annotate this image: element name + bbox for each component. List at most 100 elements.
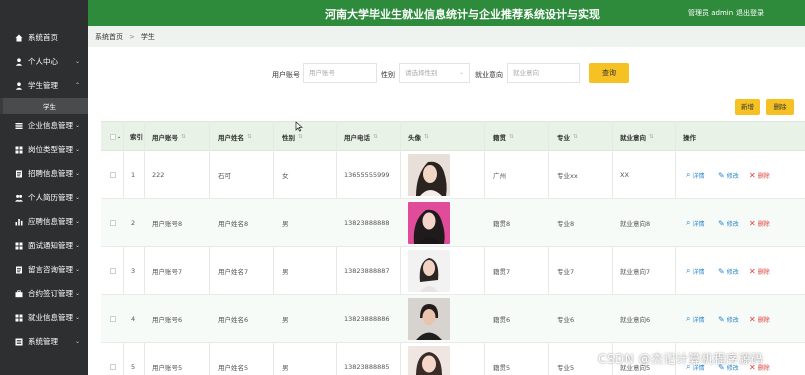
column-header-avatar[interactable]: 头像 ⇅ [408, 122, 429, 152]
edit-button[interactable]: ✎ 修改 [718, 295, 739, 343]
edit-button[interactable]: ✎ 修改 [718, 199, 739, 247]
row-checkbox[interactable] [110, 316, 116, 322]
delete-row-button[interactable]: ✕ 删除 [749, 247, 770, 295]
sidebar-subitem-student[interactable]: 学生 [0, 98, 88, 114]
sidebar-item-job-type[interactable]: 岗位类型管理 ⌄ [0, 138, 88, 162]
sidebar-item-system[interactable]: 系统管理 ⌄ [0, 330, 88, 354]
account-input[interactable]: 用户账号 [303, 63, 377, 83]
cell-gender: 男 [282, 220, 289, 228]
content-panel: 新增 删除 ⌄ 索引 用户账号 ⇅ 用户姓名 ⇅ 性别 ⇅ 用户电话 ⇅ 头像 ⇅ 籍贯 ⇅… [101, 94, 805, 375]
view-button[interactable]: ⌕ 详情 [686, 151, 705, 199]
close-icon: ✕ [749, 314, 756, 324]
sidebar-item-interview[interactable]: 面试通知管理 ⌄ [0, 234, 88, 258]
cell-index: 3 [131, 267, 136, 275]
view-button[interactable]: ⌕ 详情 [686, 295, 705, 343]
view-label: 详情 [692, 172, 705, 180]
cell-name: 用户姓名8 [218, 220, 249, 228]
sidebar-item-application[interactable]: 应聘信息管理 ⌄ [0, 210, 88, 234]
edit-button[interactable]: ✎ 修改 [718, 247, 739, 295]
cell-hometown: 籍贯5 [493, 364, 511, 372]
cell-account: 用户账号5 [152, 364, 183, 372]
view-button[interactable]: ⌕ 详情 [686, 199, 705, 247]
sort-icon: ⇅ [509, 134, 514, 140]
list-icon [14, 122, 23, 131]
edit-button[interactable]: ✎ 修改 [718, 151, 739, 199]
column-header-name[interactable]: 用户姓名 ⇅ [218, 122, 252, 152]
search-icon: ⌕ [686, 170, 691, 179]
cell-phone: 13823888886 [344, 315, 390, 323]
sort-icon: ⇅ [424, 134, 429, 140]
sort-icon: ⇅ [181, 134, 186, 140]
intent-label: 就业意向 [475, 71, 503, 79]
pencil-icon: ✎ [718, 266, 725, 276]
intent-input[interactable]: 就业意向 [507, 63, 580, 83]
table-header: ⌄ 索引 用户账号 ⇅ 用户姓名 ⇅ 性别 ⇅ 用户电话 ⇅ 头像 ⇅ 籍贯 ⇅ 专业 ⇅ 就… [101, 121, 805, 151]
sidebar-item-personal[interactable]: 个人中心 ⌄ [0, 50, 88, 74]
gender-select[interactable]: 请选择性别 ⌄ [399, 63, 470, 83]
sidebar-item-recruit[interactable]: 招聘信息管理 ⌄ [0, 162, 88, 186]
sidebar-item-label: 合约签订管理 [28, 289, 73, 298]
cell-gender: 男 [282, 268, 289, 276]
avatar [408, 154, 450, 196]
column-header-index-label: 索引 [130, 133, 143, 141]
bar-chart-icon [14, 218, 23, 227]
edit-label: 修改 [726, 172, 739, 180]
add-button[interactable]: 新增 [735, 99, 760, 115]
column-header-intent-label: 就业意向 [620, 134, 646, 142]
app-root: 系统首页 个人中心 ⌄ 学生管理 ⌃ 学生 企业信息管理 ⌄ 岗位类型管理 ⌄ … [0, 0, 805, 375]
sort-icon: ⇅ [298, 134, 303, 140]
row-checkbox[interactable] [110, 172, 116, 178]
view-button[interactable]: ⌕ 详情 [686, 247, 705, 295]
delete-row-button[interactable]: ✕ 删除 [749, 295, 770, 343]
watermark: CSDN @杰记计算机程序源码 [598, 352, 764, 366]
avatar [408, 346, 450, 375]
sidebar-item-label: 就业信息管理 [28, 313, 73, 322]
delete-row-button[interactable]: ✕ 删除 [749, 199, 770, 247]
cell-gender: 男 [282, 316, 289, 324]
column-header-hometown[interactable]: 籍贯 ⇅ [493, 122, 514, 152]
cell-major: 专业6 [557, 316, 575, 324]
chevron-down-icon: ⌄ [74, 314, 80, 321]
sidebar-item-label: 学生管理 [28, 81, 58, 90]
cell-major: 专业7 [557, 268, 575, 276]
view-label: 详情 [692, 268, 705, 276]
sidebar-item-label: 岗位类型管理 [28, 145, 73, 154]
chevron-down-icon: ⌄ [74, 58, 80, 65]
delete-label: 删除 [757, 172, 770, 180]
row-checkbox[interactable] [110, 364, 116, 370]
grid-icon [14, 314, 23, 323]
document-icon [14, 266, 23, 275]
group-icon [14, 194, 23, 203]
avatar [408, 298, 450, 340]
cell-phone: 13823888888 [344, 219, 390, 227]
edit-label: 修改 [726, 268, 739, 276]
delete-button[interactable]: 删除 [766, 99, 794, 115]
column-header-phone[interactable]: 用户电话 ⇅ [344, 122, 378, 152]
row-checkbox[interactable] [110, 220, 116, 226]
sidebar-item-contract[interactable]: 合约签订管理 ⌄ [0, 282, 88, 306]
cell-major: 专业8 [557, 220, 575, 228]
sidebar-item-resume[interactable]: 个人简历管理 ⌄ [0, 186, 88, 210]
sidebar-item-message[interactable]: 留言咨询管理 ⌄ [0, 258, 88, 282]
cell-account: 用户账号7 [152, 268, 183, 276]
column-header-major[interactable]: 专业 ⇅ [557, 122, 578, 152]
sidebar-item-employment[interactable]: 就业信息管理 ⌄ [0, 306, 88, 330]
breadcrumb-current: 学生 [140, 32, 155, 41]
chevron-down-icon: ⌄ [74, 218, 80, 225]
column-header-account-label: 用户账号 [152, 134, 178, 142]
sidebar-item-students[interactable]: 学生管理 ⌃ [0, 74, 88, 98]
chevron-down-icon: ⌄ [74, 242, 80, 249]
logout-link[interactable]: 退出登录 [736, 8, 764, 18]
sidebar-item-home[interactable]: 系统首页 [0, 26, 88, 50]
breadcrumb-home[interactable]: 系统首页 [95, 32, 123, 42]
query-button[interactable]: 查询 [589, 63, 629, 83]
cell-index: 2 [131, 219, 136, 227]
select-all-checkbox[interactable] [110, 134, 116, 140]
delete-row-button[interactable]: ✕ 删除 [749, 151, 770, 199]
row-checkbox[interactable] [110, 268, 116, 274]
sidebar-item-company[interactable]: 企业信息管理 ⌄ [0, 114, 88, 138]
column-header-intent[interactable]: 就业意向 ⇅ [620, 122, 654, 152]
column-header-account[interactable]: 用户账号 ⇅ [152, 122, 186, 152]
grid-icon [14, 146, 23, 155]
avatar [408, 250, 450, 292]
